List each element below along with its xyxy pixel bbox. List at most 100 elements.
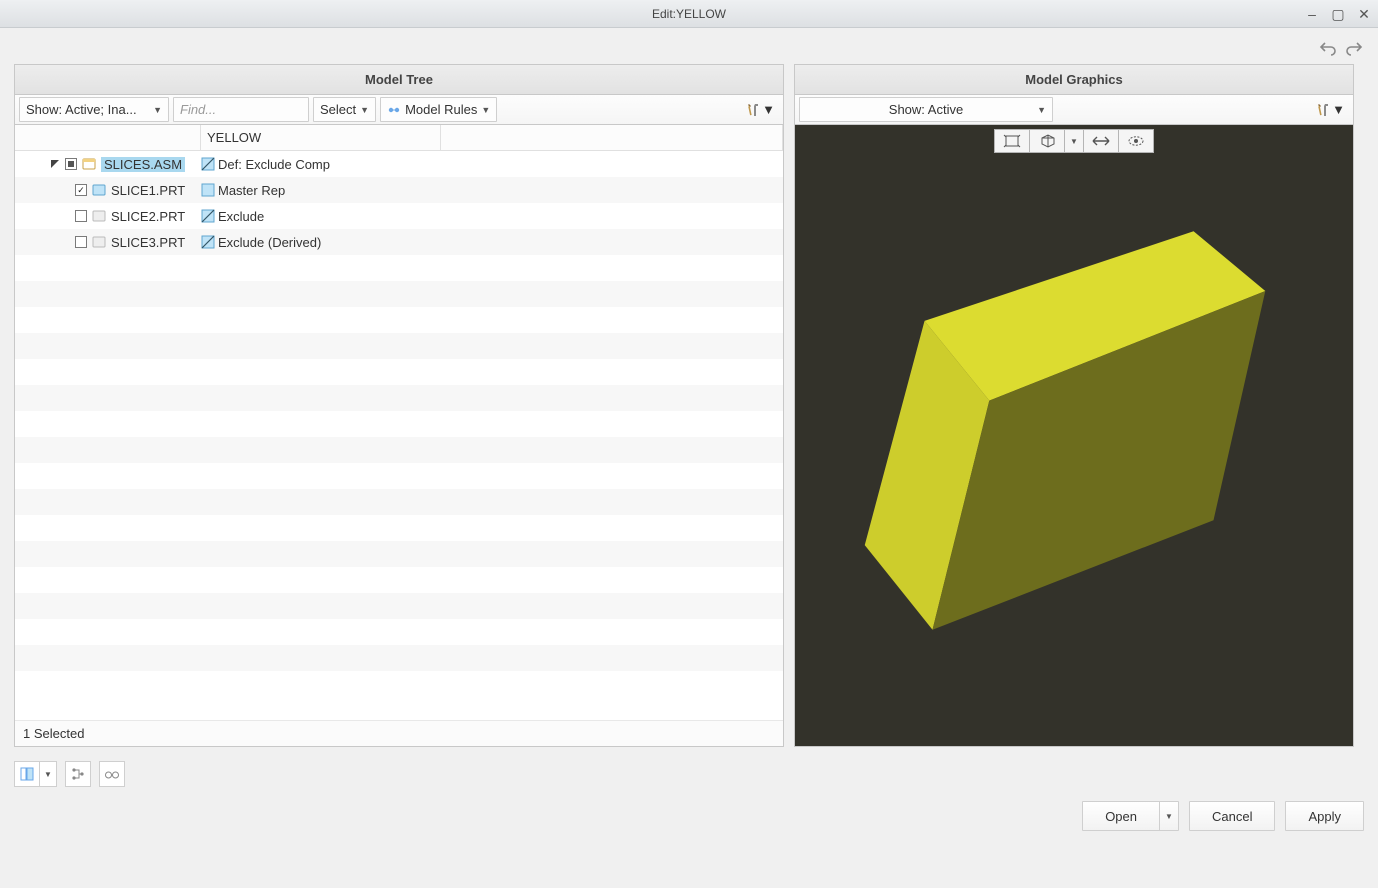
tree-rows: SLICES.ASM Def: Exclude Comp SLICE1.PRT bbox=[15, 151, 783, 720]
tristate-checkbox[interactable] bbox=[65, 158, 77, 170]
node-name: SLICES.ASM bbox=[101, 157, 185, 172]
refit-icon bbox=[1003, 134, 1021, 148]
cancel-label: Cancel bbox=[1212, 809, 1252, 824]
select-label: Select bbox=[320, 102, 356, 117]
tree-settings-button[interactable]: ▼ bbox=[742, 97, 779, 122]
footer-buttons: Open ▼ Cancel Apply bbox=[0, 801, 1378, 845]
model-rendering bbox=[795, 125, 1353, 746]
cancel-button[interactable]: Cancel bbox=[1189, 801, 1275, 831]
close-button[interactable]: ✕ bbox=[1356, 6, 1372, 22]
tree-row-assembly[interactable]: SLICES.ASM Def: Exclude Comp bbox=[15, 151, 783, 177]
exclude-member-icon bbox=[201, 157, 215, 171]
exclude-member-icon bbox=[201, 235, 215, 249]
open-label: Open bbox=[1105, 809, 1137, 824]
rules-icon bbox=[387, 103, 401, 117]
find-input-wrapper[interactable] bbox=[173, 97, 309, 122]
part-icon bbox=[91, 182, 107, 198]
layout-split-icon bbox=[20, 767, 34, 781]
caret-down-icon: ▼ bbox=[44, 770, 52, 779]
caret-down-icon: ▼ bbox=[1165, 812, 1173, 821]
minimize-button[interactable]: – bbox=[1304, 6, 1320, 22]
caret-down-icon: ▼ bbox=[360, 105, 369, 115]
graphics-settings-button[interactable]: ▼ bbox=[1312, 97, 1349, 122]
redo-icon[interactable] bbox=[1344, 38, 1364, 58]
tree-row-part[interactable]: SLICE1.PRT Master Rep bbox=[15, 177, 783, 203]
tree-row-part[interactable]: SLICE3.PRT Exclude (Derived) bbox=[15, 229, 783, 255]
graphics-show-dropdown[interactable]: Show: Active ▼ bbox=[799, 97, 1053, 122]
member-value: Def: Exclude Comp bbox=[218, 157, 330, 172]
tree-view-button[interactable] bbox=[65, 761, 91, 787]
node-name: SLICE2.PRT bbox=[111, 209, 185, 224]
part-disabled-icon bbox=[91, 234, 107, 250]
bottom-toolbar: ▼ bbox=[0, 747, 1378, 801]
caret-down-icon: ▼ bbox=[153, 105, 162, 115]
model-tree-toolbar: Show: Active; Ina... ▼ Select ▼ Model Ru… bbox=[15, 95, 783, 125]
window-controls: – ▢ ✕ bbox=[1304, 0, 1372, 28]
member-value: Exclude bbox=[218, 209, 264, 224]
glasses-view-button[interactable] bbox=[99, 761, 125, 787]
tree-column-name[interactable] bbox=[15, 125, 201, 150]
open-button[interactable]: Open ▼ bbox=[1082, 801, 1179, 831]
saved-views-dropdown[interactable]: ▼ bbox=[1064, 129, 1084, 153]
model-graphics-toolbar: Show: Active ▼ ▼ bbox=[795, 95, 1353, 125]
caret-down-icon: ▼ bbox=[481, 105, 490, 115]
tree-area: YELLOW SLICES.ASM bbox=[15, 125, 783, 746]
model-rules-label: Model Rules bbox=[405, 102, 477, 117]
open-dropdown[interactable]: ▼ bbox=[1160, 812, 1178, 821]
apply-label: Apply bbox=[1308, 809, 1341, 824]
glasses-icon bbox=[104, 768, 120, 780]
window-title: Edit:YELLOW bbox=[652, 7, 726, 21]
checkbox[interactable] bbox=[75, 236, 87, 248]
assembly-icon bbox=[81, 156, 97, 172]
exclude-member-icon bbox=[201, 209, 215, 223]
undo-icon[interactable] bbox=[1318, 38, 1338, 58]
caret-down-icon: ▼ bbox=[1332, 102, 1345, 117]
main-area: Model Tree Show: Active; Ina... ▼ Select… bbox=[0, 64, 1378, 747]
hammer-screwdriver-icon bbox=[746, 102, 760, 118]
apply-button[interactable]: Apply bbox=[1285, 801, 1364, 831]
node-name: SLICE1.PRT bbox=[111, 183, 185, 198]
show-filter-label: Show: Active; Ina... bbox=[26, 102, 137, 117]
layout-toggle-button[interactable] bbox=[14, 761, 40, 787]
collapse-toggle-icon[interactable] bbox=[49, 158, 61, 170]
caret-down-icon: ▼ bbox=[1070, 137, 1078, 146]
model-tree-header: Model Tree bbox=[15, 65, 783, 95]
member-value: Exclude (Derived) bbox=[218, 235, 321, 250]
viewport-controls: ▼ bbox=[994, 129, 1154, 153]
refit-button[interactable] bbox=[994, 129, 1030, 153]
find-input[interactable] bbox=[174, 98, 308, 121]
member-value: Master Rep bbox=[218, 183, 285, 198]
layout-toggle-dropdown[interactable]: ▼ bbox=[39, 761, 57, 787]
node-name: SLICE3.PRT bbox=[111, 235, 185, 250]
part-disabled-icon bbox=[91, 208, 107, 224]
graphics-show-label: Show: Active bbox=[889, 102, 963, 117]
saved-views-button[interactable] bbox=[1029, 129, 1065, 153]
model-graphics-header: Model Graphics bbox=[795, 65, 1353, 95]
tree-status: 1 Selected bbox=[15, 720, 783, 746]
pan-button[interactable] bbox=[1083, 129, 1119, 153]
tree-column-headers: YELLOW bbox=[15, 125, 783, 151]
caret-down-icon: ▼ bbox=[762, 102, 775, 117]
graphics-viewport[interactable]: ▼ bbox=[795, 125, 1353, 746]
tree-row-part[interactable]: SLICE2.PRT Exclude bbox=[15, 203, 783, 229]
cube-views-icon bbox=[1038, 134, 1056, 148]
titlebar: Edit:YELLOW – ▢ ✕ bbox=[0, 0, 1378, 28]
show-filter-dropdown[interactable]: Show: Active; Ina... ▼ bbox=[19, 97, 169, 122]
visibility-button[interactable] bbox=[1118, 129, 1154, 153]
checkbox[interactable] bbox=[75, 184, 87, 196]
history-tools bbox=[0, 28, 1378, 64]
maximize-button[interactable]: ▢ bbox=[1330, 6, 1346, 22]
selection-count: 1 Selected bbox=[23, 726, 84, 741]
eye-icon bbox=[1126, 134, 1146, 148]
caret-down-icon: ▼ bbox=[1037, 105, 1046, 115]
model-rules-dropdown[interactable]: Model Rules ▼ bbox=[380, 97, 497, 122]
master-rep-icon bbox=[201, 183, 215, 197]
hammer-screwdriver-icon bbox=[1316, 102, 1330, 118]
select-dropdown[interactable]: Select ▼ bbox=[313, 97, 376, 122]
checkbox[interactable] bbox=[75, 210, 87, 222]
tree-column-member[interactable]: YELLOW bbox=[201, 125, 441, 150]
tree-column-spacer bbox=[441, 125, 783, 150]
model-graphics-panel: Model Graphics Show: Active ▼ ▼ ▼ bbox=[794, 64, 1354, 747]
pan-arrows-icon bbox=[1091, 135, 1111, 147]
tree-view-icon bbox=[71, 767, 85, 781]
